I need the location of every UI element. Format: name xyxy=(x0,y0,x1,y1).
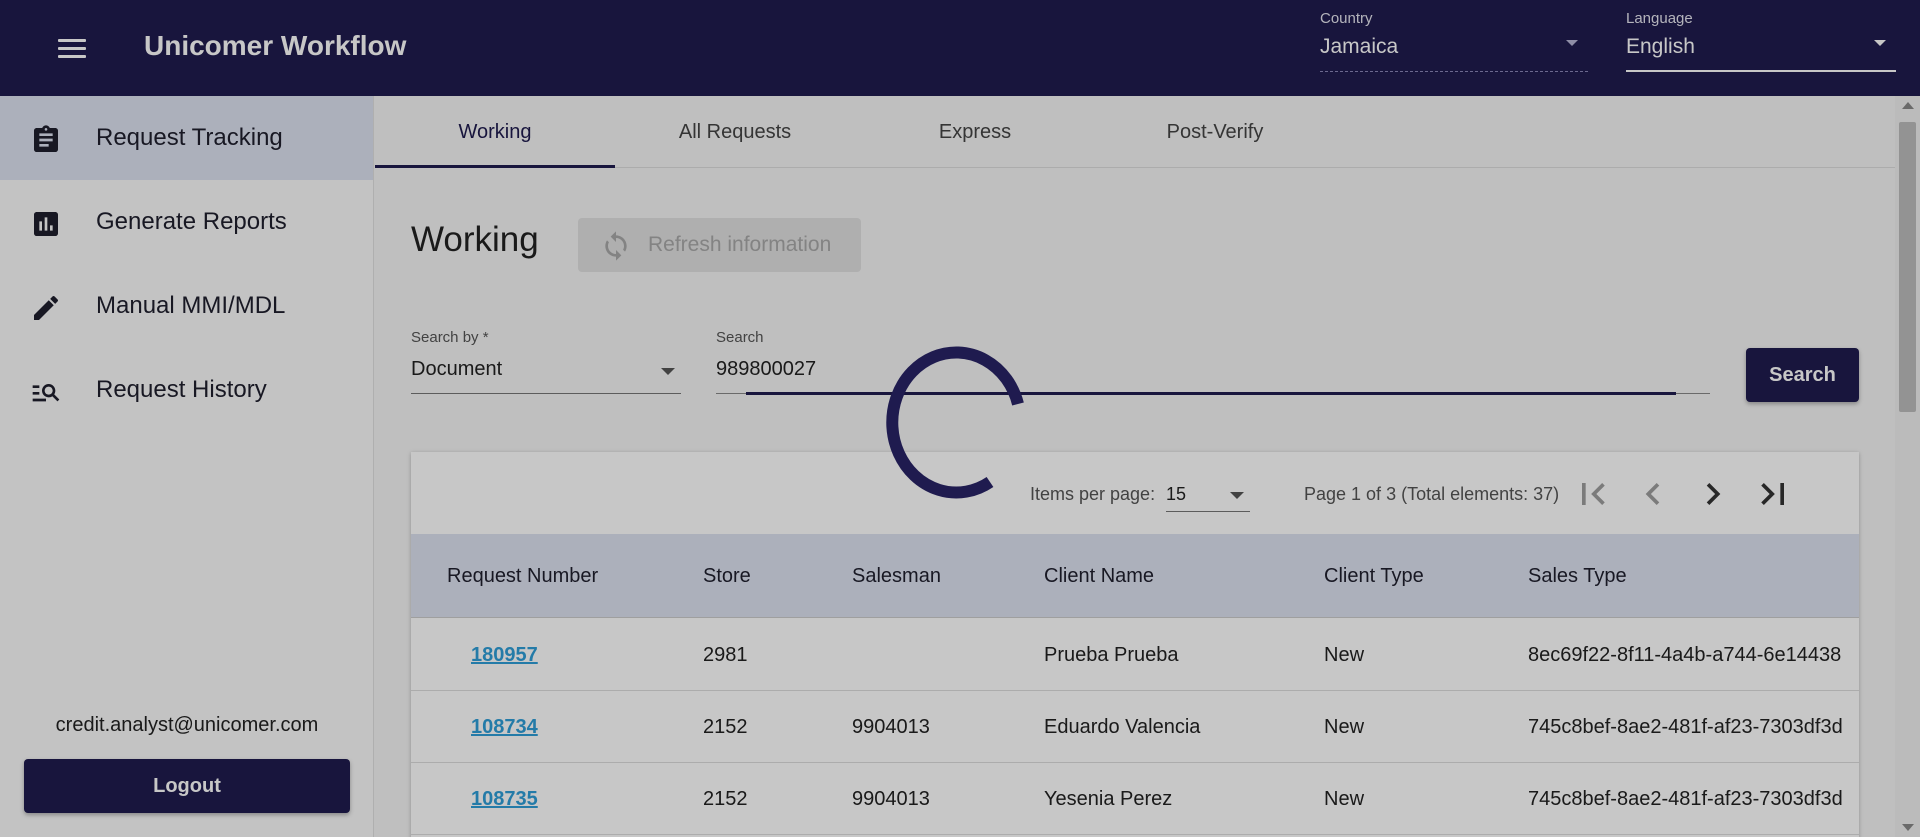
loading-spinner-icon xyxy=(886,346,1024,499)
loading-overlay xyxy=(0,0,1920,837)
